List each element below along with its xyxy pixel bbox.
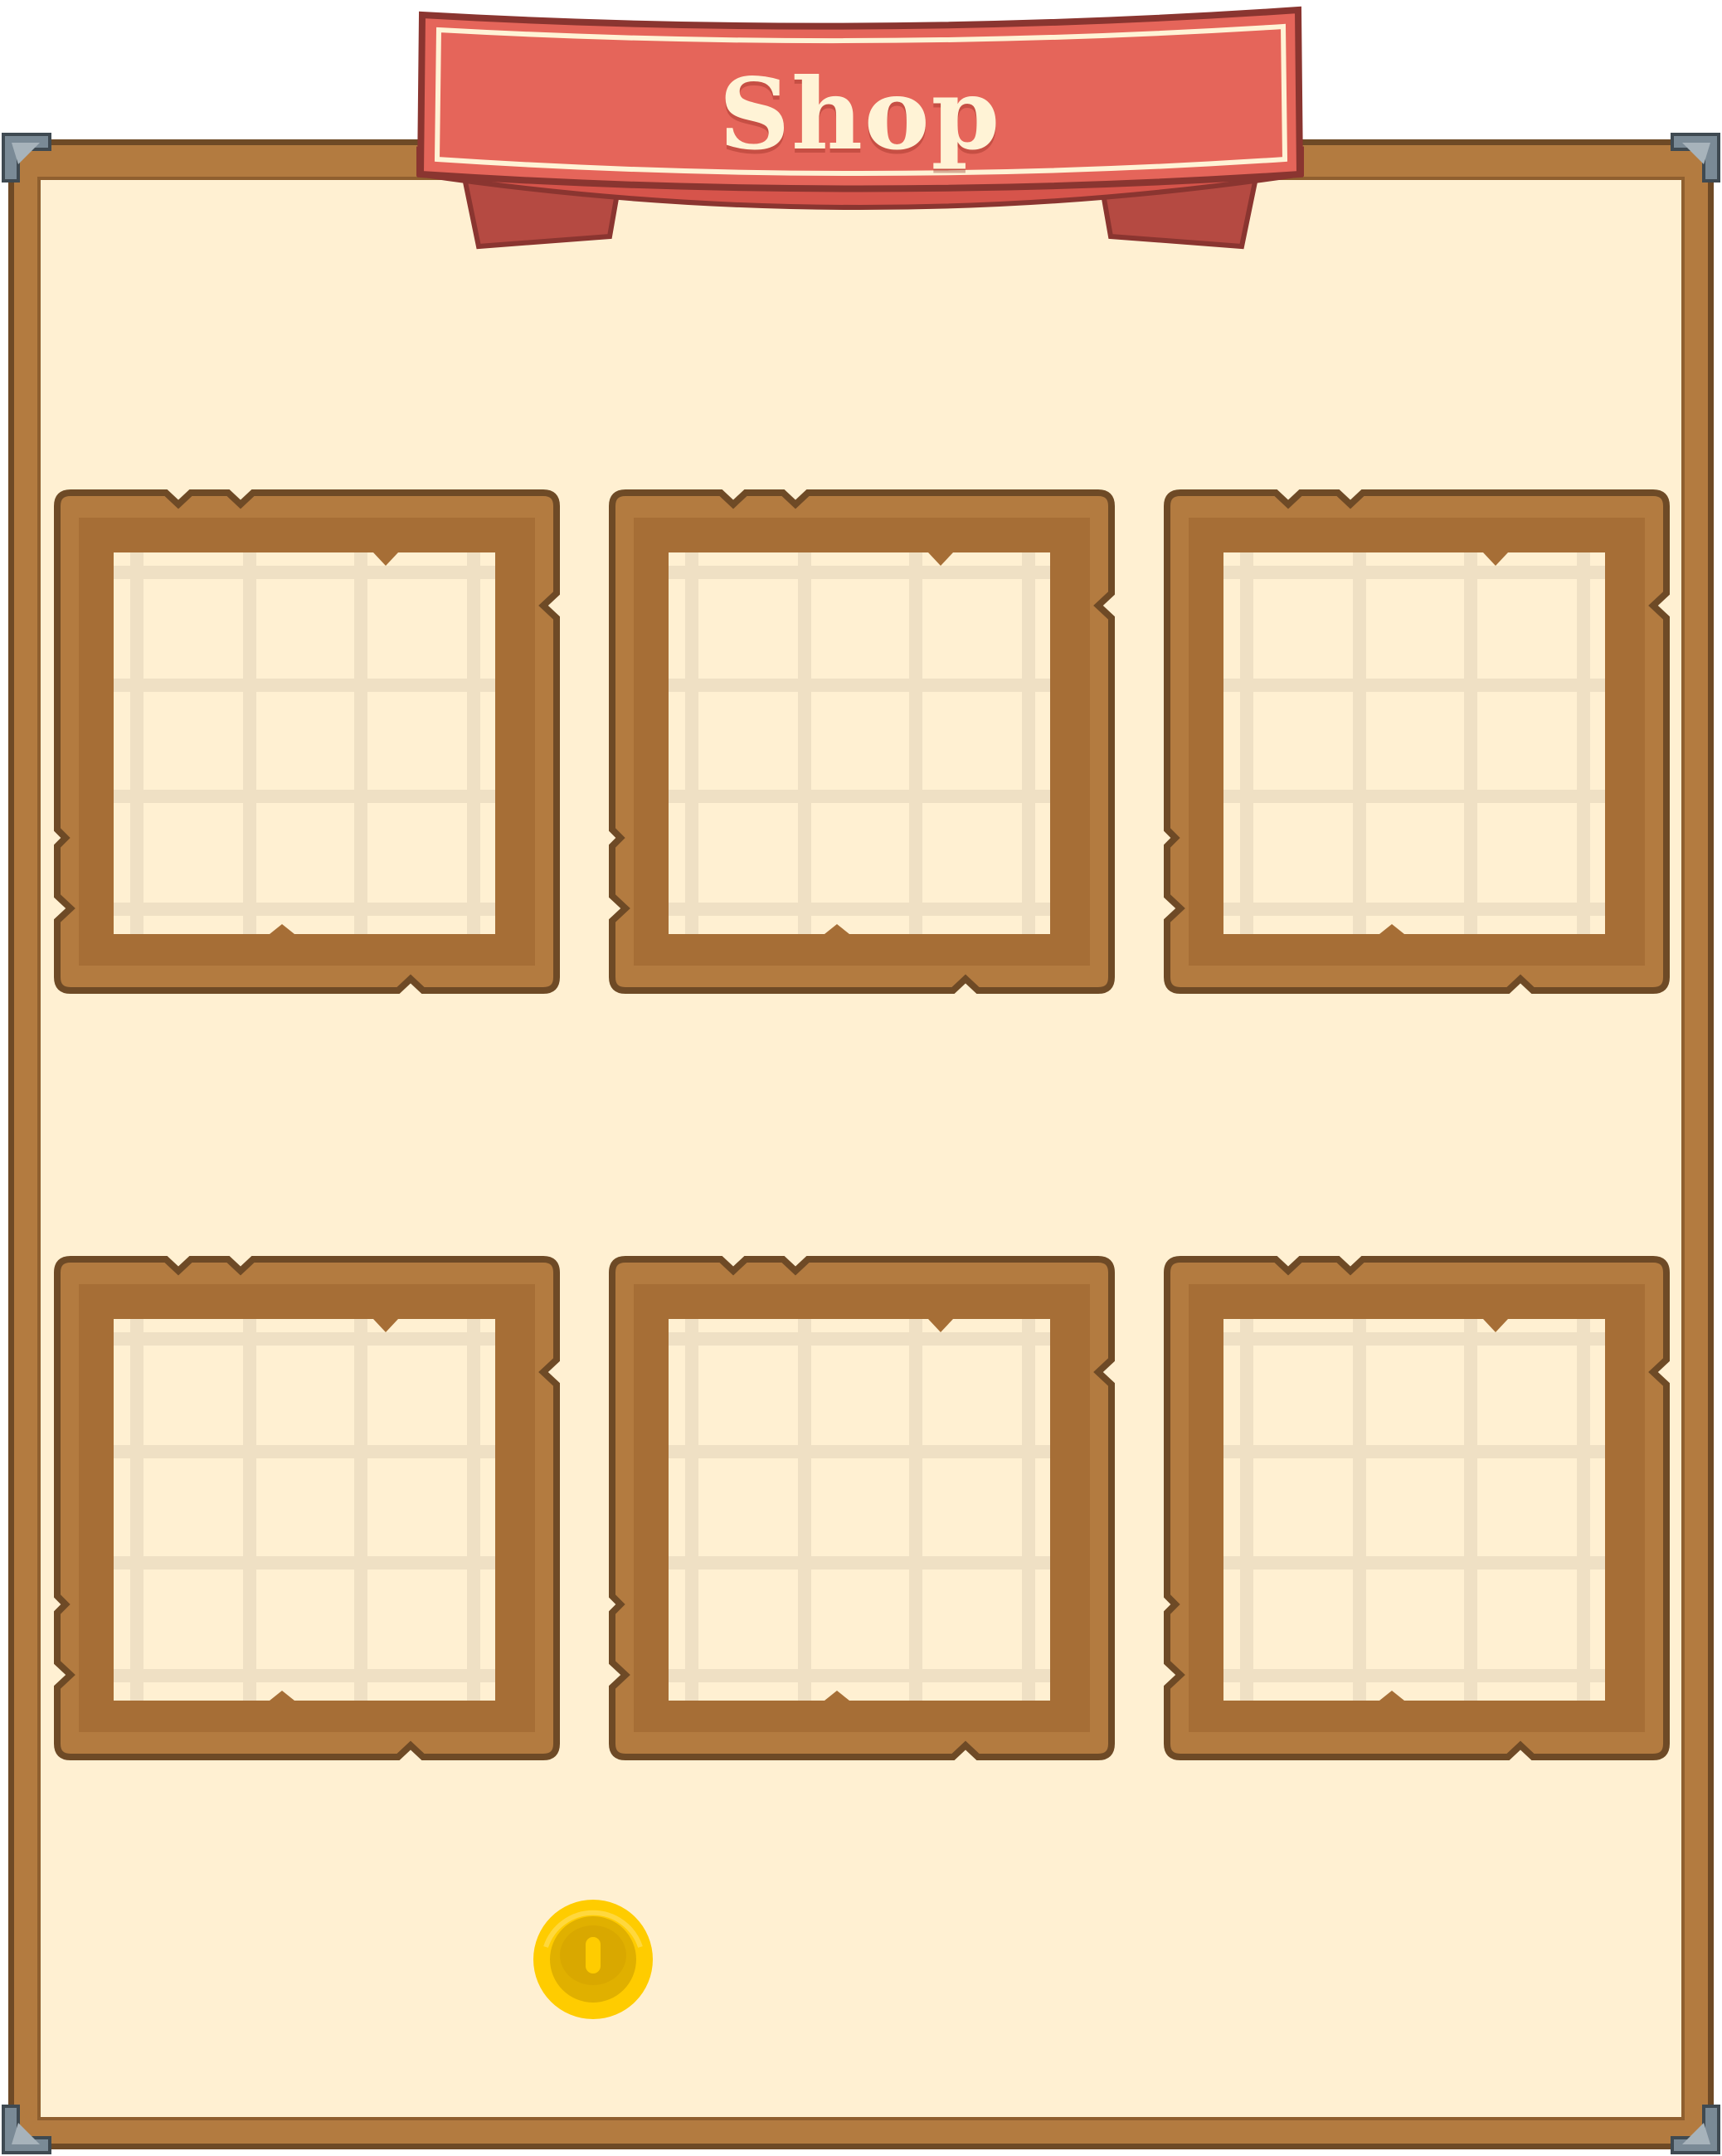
corner-bracket-icon [1669, 2103, 1722, 2156]
shop-item-slot[interactable] [54, 1256, 560, 1760]
shop-item-slot[interactable] [609, 489, 1115, 994]
gold-coin-icon [531, 1897, 655, 2022]
title-banner: Shop [412, 0, 1308, 253]
shop-item-slot[interactable] [1164, 1256, 1670, 1760]
shop-title: Shop [718, 56, 1002, 172]
corner-bracket-icon [0, 131, 53, 184]
shop-panel-parchment [37, 177, 1685, 2120]
corner-bracket-icon [0, 2103, 53, 2156]
shop-item-slot[interactable] [54, 489, 560, 994]
corner-bracket-icon [1669, 131, 1722, 184]
shop-item-slot[interactable] [609, 1256, 1115, 1760]
shop-item-slot[interactable] [1164, 489, 1670, 994]
shop-panel [8, 139, 1714, 2149]
